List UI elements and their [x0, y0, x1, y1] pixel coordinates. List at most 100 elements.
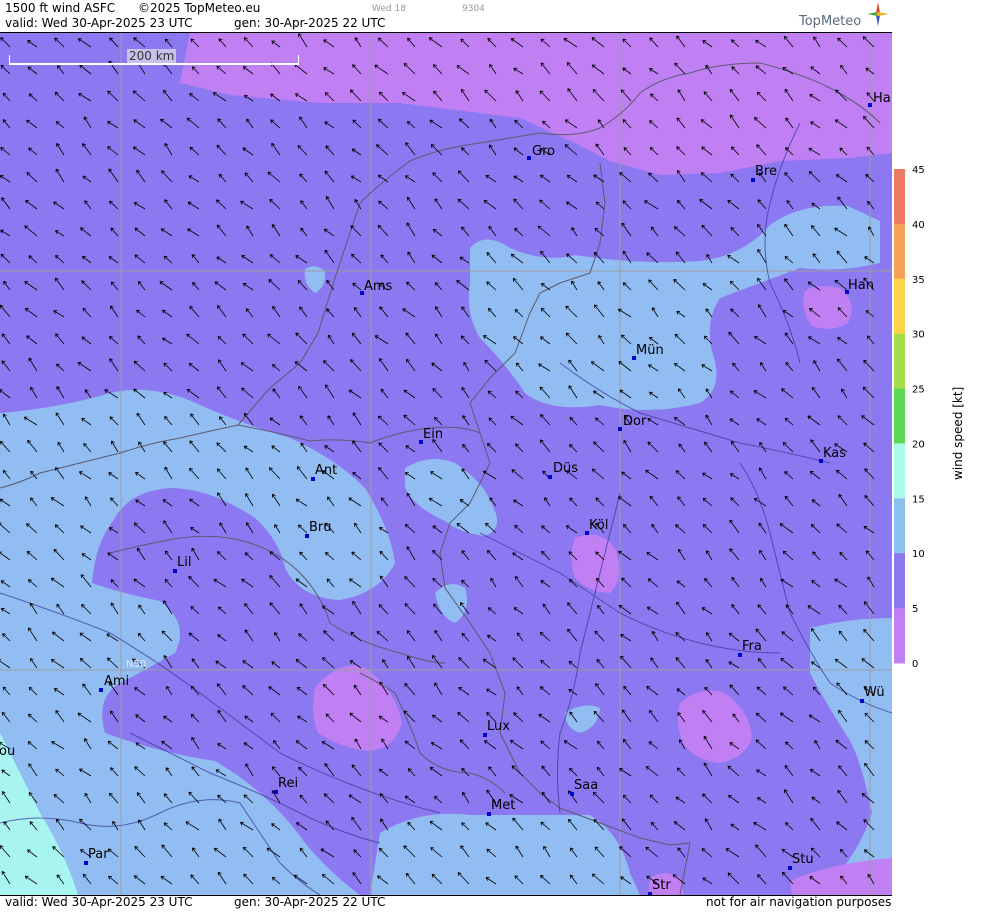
wind-arrow: [569, 497, 578, 507]
wind-arrow: [567, 628, 578, 642]
wind-arrow: [54, 37, 65, 48]
wind-arrow: [461, 632, 470, 642]
latitude-label: N50: [126, 659, 147, 670]
wind-arrow: [379, 306, 389, 318]
wind-arrow: [296, 686, 308, 696]
wind-arrow: [189, 93, 200, 102]
wind-arrow: [810, 817, 821, 831]
wind-arrow: [189, 146, 200, 156]
legend-tick-label: 45: [912, 165, 925, 176]
wind-arrow: [380, 254, 389, 264]
wind-arrow: [216, 144, 227, 156]
wind-arrow: [26, 172, 38, 183]
wind-arrow: [461, 306, 470, 318]
legend-color-band: [894, 388, 905, 444]
wind-arrow: [192, 281, 200, 291]
wind-arrow: [463, 361, 470, 372]
wind-arrow: [462, 443, 470, 453]
wind-arrow: [731, 604, 740, 615]
wind-arrow: [730, 173, 740, 183]
wind-arrow: [675, 470, 686, 480]
wind-arrow: [783, 789, 794, 804]
wind-arrow: [782, 550, 794, 561]
wind-arrow: [621, 577, 632, 588]
wind-arrow: [434, 282, 443, 291]
wind-arrow: [434, 629, 443, 642]
wind-arrow: [808, 336, 821, 345]
wind-arrow: [675, 796, 686, 804]
wind-arrow: [539, 174, 551, 183]
wind-arrow: [539, 631, 551, 642]
legend-tick-label: 40: [912, 220, 925, 231]
wind-arrow: [295, 255, 308, 264]
wind-arrow: [648, 172, 659, 183]
wind-arrow: [645, 766, 659, 777]
wind-arrow: [110, 579, 119, 588]
wind-arrow: [378, 768, 389, 777]
valid-time: valid: Wed 30-Apr-2025 23 UTC: [5, 16, 193, 30]
wind-arrow: [0, 253, 11, 264]
wind-arrow: [702, 472, 713, 480]
wind-arrow: [110, 710, 119, 723]
wind-arrow: [728, 794, 740, 804]
wind-arrow: [459, 118, 470, 129]
wind-arrow: [27, 66, 38, 75]
wind-arrow: [646, 552, 659, 561]
wind-map[interactable]: 200 km N50 Gro Bre Ha Ams Han Mün Ein Do…: [0, 33, 892, 895]
wind-arrow: [110, 227, 119, 237]
wind-arrow: [864, 468, 875, 480]
wind-arrow: [191, 736, 200, 750]
wind-arrow: [705, 659, 713, 669]
wind-arrow: [217, 305, 227, 318]
wind-arrow: [647, 578, 659, 588]
wind-arrow: [649, 709, 659, 723]
wind-arrow: [430, 144, 443, 156]
wind-arrow: [26, 119, 38, 129]
wind-arrow: [623, 524, 632, 534]
wind-arrow: [404, 576, 416, 588]
wind-arrow: [298, 766, 308, 777]
wind-speed-legend: 45 40 35 30 25 20 15 10 5 0 wind speed [kt]: [893, 0, 983, 909]
wind-arrow: [837, 415, 848, 426]
moderate-zone-south: [370, 813, 640, 895]
wind-arrow: [781, 631, 794, 642]
wind-arrow: [758, 522, 767, 534]
wind-arrow: [757, 658, 767, 669]
legend-color-band: [894, 498, 905, 554]
wind-arrow: [487, 607, 497, 615]
wind-arrow: [164, 199, 173, 210]
wind-arrow: [566, 174, 578, 183]
wind-arrow: [243, 742, 254, 750]
wind-arrow: [186, 389, 200, 399]
wind-arrow: [0, 37, 11, 48]
wind-arrow: [784, 417, 794, 426]
wind-arrow: [487, 549, 497, 561]
wind-arrow: [701, 848, 713, 858]
legend-tick-label: 35: [912, 275, 925, 286]
wind-arrow: [488, 766, 497, 777]
wind-arrow: [218, 359, 227, 372]
wind-arrow: [486, 688, 497, 696]
wind-arrow: [294, 361, 308, 372]
wind-arrow: [245, 308, 254, 318]
wind-arrow: [214, 281, 227, 291]
wind-arrow: [513, 499, 524, 507]
wind-arrow: [645, 469, 659, 480]
wind-arrow: [269, 198, 281, 210]
wind-arrow: [242, 147, 254, 156]
generated-time: gen: 30-Apr-2025 22 UTC: [234, 16, 386, 30]
wind-arrow: [701, 224, 713, 237]
wind-arrow: [374, 335, 389, 345]
wind-arrow: [323, 793, 335, 804]
wind-arrow: [219, 522, 227, 534]
wind-arrow: [57, 65, 65, 75]
wind-arrow: [725, 848, 740, 858]
wind-arrow: [246, 118, 254, 129]
legend-color-band: [894, 443, 905, 499]
wind-arrow: [569, 767, 578, 777]
wind-arrow: [647, 418, 659, 426]
wind-arrow: [295, 332, 308, 345]
wind-arrow: [108, 256, 119, 264]
wind-arrow: [28, 93, 38, 102]
wind-arrow: [77, 361, 92, 372]
